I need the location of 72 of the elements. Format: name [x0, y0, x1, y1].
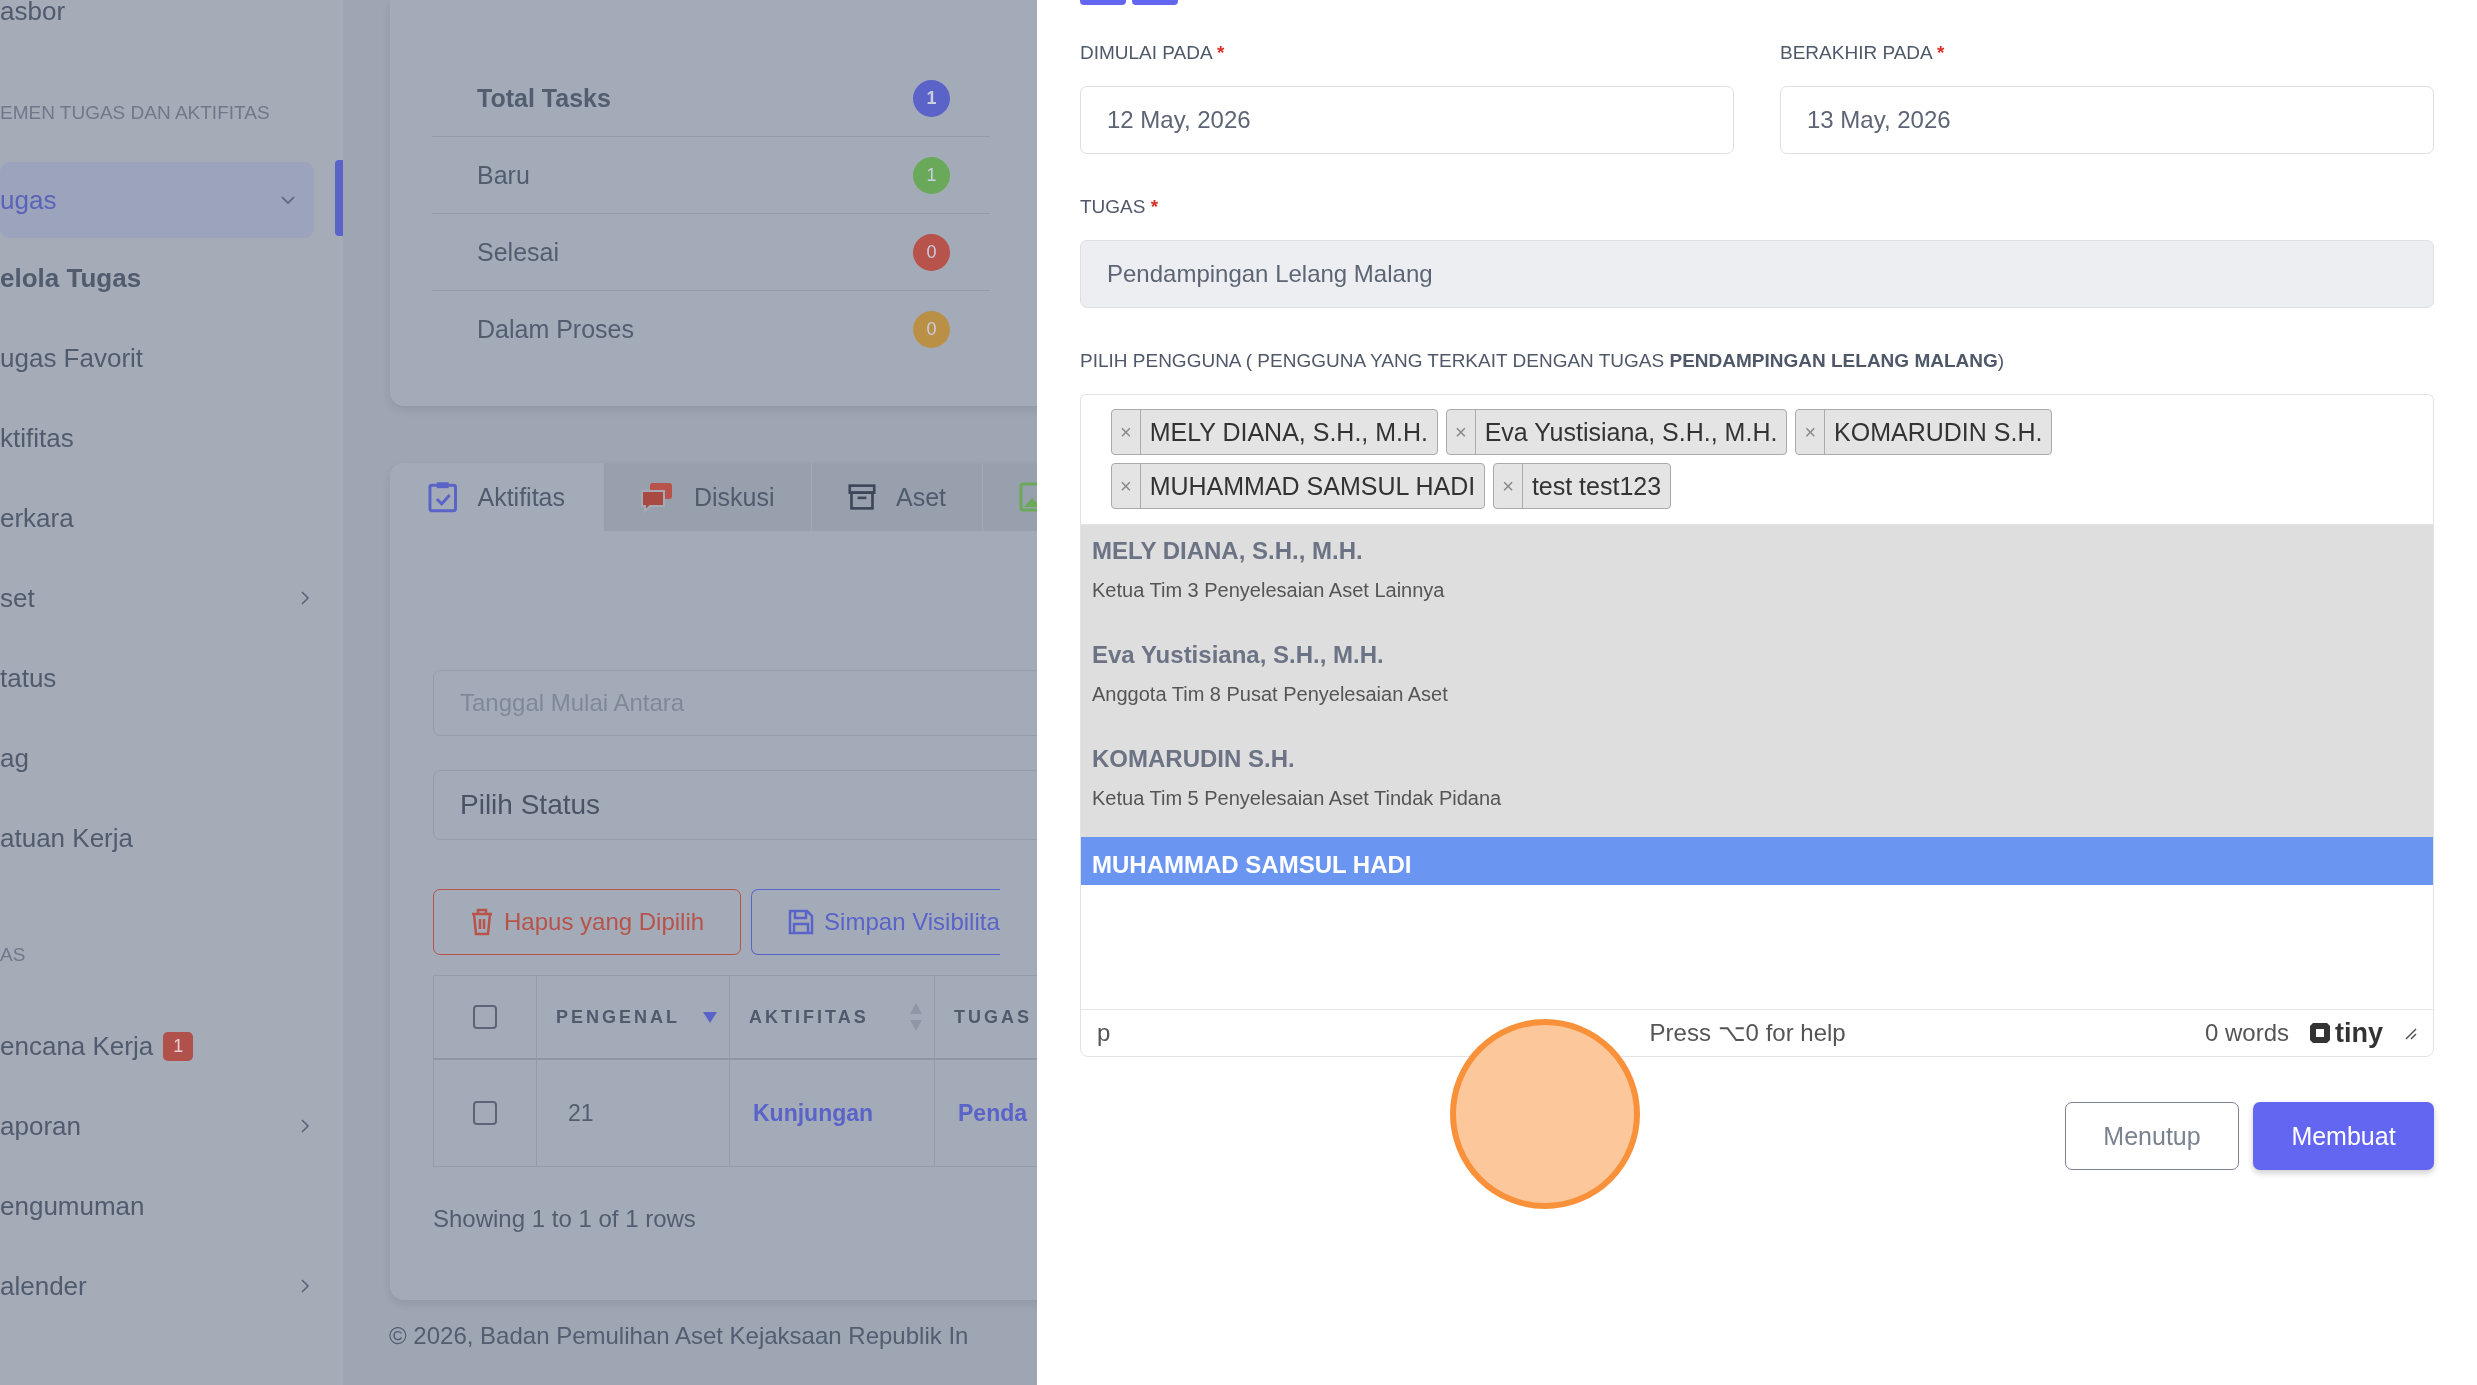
tag-label: MUHAMMAD SAMSUL HADI — [1148, 471, 1477, 501]
field-label: DIMULAI PADA * — [1080, 42, 1226, 64]
count-badge: 0 — [913, 233, 950, 271]
help-hint: Press ⌥0 for help — [1648, 1019, 1847, 1047]
count-badge: 0 — [913, 310, 950, 348]
status-select[interactable]: Pilih Status — [433, 770, 1037, 840]
sidebar-item[interactable]: ktifitas — [0, 398, 343, 478]
end-date-field[interactable]: 13 May, 2026 — [1780, 86, 2434, 154]
sidebar-item[interactable]: encana Kerja 1 — [0, 1006, 343, 1086]
toolbar-button[interactable] — [1132, 0, 1178, 5]
sidebar-item[interactable]: set — [0, 558, 343, 638]
tag-label: Eva Yustisiana, S.H., M.H. — [1483, 417, 1779, 447]
user-select-field[interactable]: × MELY DIANA, S.H., M.H. × Eva Yustisiana, S.H., M.H. × KOMARUDIN S.H. × MUHAMMAD SAMSUL HADI × test test123 — [1080, 394, 2434, 524]
column-header[interactable]: AKTIFITAS — [749, 1006, 869, 1028]
element-path: p — [1097, 1019, 1111, 1047]
tag-label: MELY DIANA, S.H., M.H. — [1148, 417, 1429, 447]
save-visibility-button[interactable]: Simpan Visibilita — [751, 889, 1000, 955]
column-header[interactable]: PENGENAL — [556, 1006, 680, 1028]
dropdown-option[interactable]: Eva Yustisiana, S.H., M.H. Anggota Tim 8 Pusat Penyelesaian Aset — [1081, 629, 2433, 733]
stat-label: Selesai — [477, 237, 559, 267]
remove-tag-button[interactable]: × — [1796, 410, 1826, 454]
remove-tag-button[interactable]: × — [1494, 464, 1523, 508]
dropdown-option[interactable]: MUHAMMAD SAMSUL HADI — [1081, 837, 2433, 885]
delete-selected-button[interactable]: Hapus yang Dipilih — [433, 889, 742, 955]
footer-text: © 2026, Badan Pemulihan Aset Kejaksaan Republik In — [389, 1322, 970, 1350]
select-all-checkbox[interactable] — [473, 1005, 497, 1029]
word-count: 0 words — [2204, 1019, 2289, 1047]
remove-tag-button[interactable]: × — [1112, 464, 1141, 508]
chat-bubbles-icon — [640, 481, 674, 513]
remove-tag-button[interactable]: × — [1447, 410, 1476, 454]
tab[interactable]: Diskusi — [604, 463, 812, 531]
clipboard-check-icon — [428, 481, 458, 513]
field-label: BERAKHIR PADA * — [1780, 42, 1946, 64]
field-label: PILIH PENGGUNA ( PENGGUNA YANG TERKAIT DENGAN TUGAS PENDAMPINGAN LELANG MALANG) — [1080, 350, 2006, 372]
sidebar-item[interactable]: ag — [0, 718, 343, 798]
editor-logo[interactable]: tiny — [2309, 1017, 2383, 1049]
sidebar-item[interactable]: aporan — [0, 1086, 343, 1166]
pagination-info: Showing 1 to 1 of 1 rows — [433, 1205, 697, 1233]
sidebar-item[interactable]: ugas Favorit — [0, 318, 343, 398]
sidebar-item[interactable]: engumuman — [0, 1166, 343, 1246]
close-button[interactable]: Menutup — [2065, 1102, 2239, 1170]
column-header[interactable]: TUGAS — [954, 1006, 1032, 1028]
row-checkbox[interactable] — [473, 1101, 497, 1125]
sidebar-item[interactable]: tatus — [0, 638, 343, 718]
start-date-field[interactable]: 12 May, 2026 — [1080, 86, 1734, 154]
sort-down-icon[interactable] — [702, 1010, 718, 1024]
count-badge: 1 — [913, 79, 950, 117]
sidebar-item[interactable]: atuan Kerja — [0, 798, 343, 878]
tag-label: KOMARUDIN S.H. — [1833, 417, 2044, 447]
sidebar-item[interactable]: alender — [0, 1246, 343, 1326]
table-cell-text: 21 — [567, 1099, 595, 1127]
tab[interactable]: Aset — [812, 463, 983, 531]
stat-label: Total Tasks — [477, 83, 611, 113]
resize-handle-icon[interactable] — [2403, 1026, 2417, 1040]
stat-label: Dalam Proses — [477, 314, 634, 344]
stat-label: Baru — [477, 160, 530, 190]
remove-tag-button[interactable]: × — [1112, 410, 1141, 454]
tag-label: test test123 — [1530, 471, 1663, 501]
dropdown-option[interactable]: KOMARUDIN S.H. Ketua Tim 5 Penyelesaian Aset Tindak Pidana — [1081, 733, 2433, 837]
tab[interactable]: Aktifitas — [390, 463, 604, 531]
count-badge: 1 — [913, 156, 950, 194]
count-badge: 1 — [163, 1031, 194, 1061]
sidebar-item[interactable]: erkara — [0, 478, 343, 558]
toolbar-button[interactable] — [1080, 0, 1126, 5]
create-button[interactable]: Membuat — [2253, 1102, 2434, 1170]
trash-icon — [470, 908, 494, 936]
sidebar-item[interactable]: asbor — [0, 0, 343, 36]
field-label: TUGAS * — [1080, 196, 1160, 218]
dropdown-option[interactable]: MELY DIANA, S.H., M.H. Ketua Tim 3 Penyelesaian Aset Lainnya — [1081, 525, 2433, 629]
sidebar-item[interactable]: ugas — [0, 162, 314, 238]
archive-box-icon — [848, 482, 876, 512]
sidebar-item[interactable]: elola Tugas — [0, 238, 343, 318]
